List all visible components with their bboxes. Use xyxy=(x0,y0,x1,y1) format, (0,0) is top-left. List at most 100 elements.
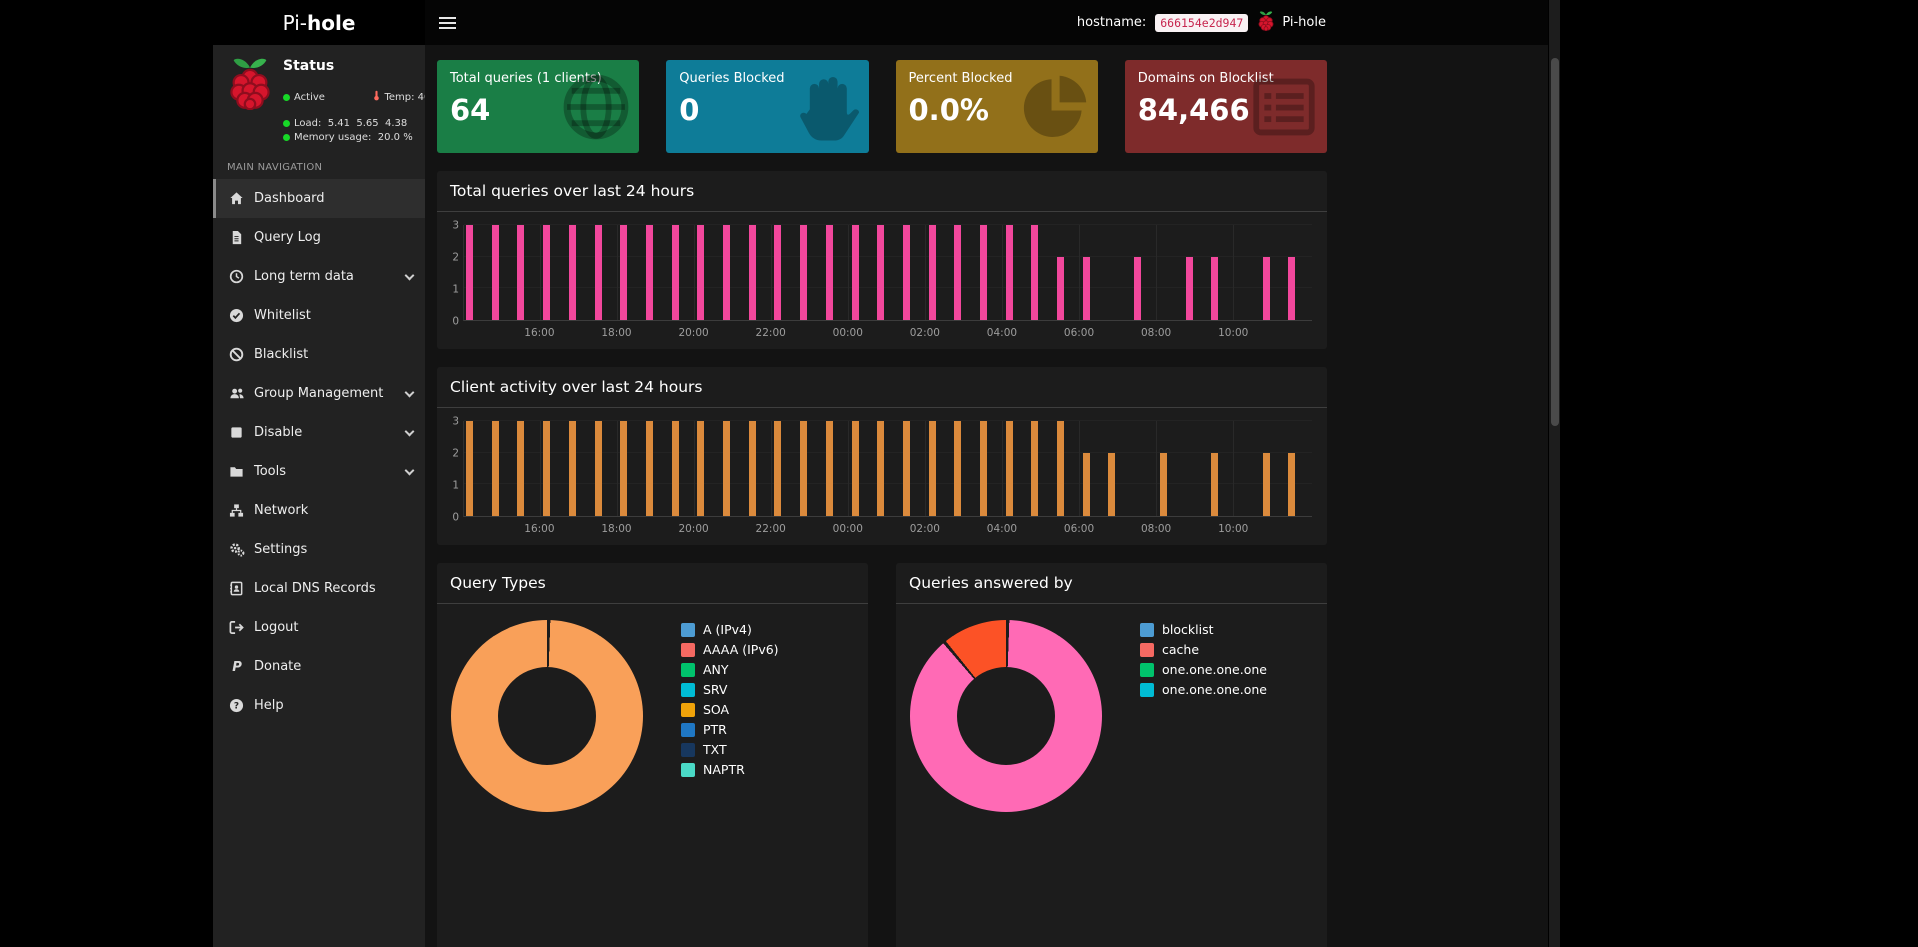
file-icon xyxy=(228,230,245,245)
sidebar-item-label: Disable xyxy=(254,425,302,440)
panel-query-types: Query Types A (IPv4)AAAA (IPv6)ANYSRVSOA… xyxy=(437,563,868,947)
y-tick-label: 0 xyxy=(452,512,459,523)
legend-swatch xyxy=(681,663,695,677)
bar xyxy=(1083,257,1090,320)
legend-label: one.one.one.one xyxy=(1162,662,1267,677)
legend-label: SOA xyxy=(703,702,729,717)
chevron-down-icon xyxy=(405,387,415,397)
legend-swatch xyxy=(681,683,695,697)
gridline xyxy=(1233,225,1234,320)
bar xyxy=(852,225,859,320)
sidebar-item-dashboard[interactable]: Dashboard xyxy=(213,179,425,218)
query-types-donut[interactable] xyxy=(451,620,643,812)
legend-item[interactable]: A (IPv4) xyxy=(681,622,779,637)
plot-wrap: 16:0018:0020:0022:0000:0002:0004:0006:00… xyxy=(463,421,1312,541)
bar xyxy=(877,421,884,516)
legend-item[interactable]: one.one.one.one xyxy=(1140,682,1267,697)
sidebar-toggle-button[interactable] xyxy=(425,0,469,45)
sidebar-item-donate[interactable]: P Donate xyxy=(213,647,425,686)
logout-icon xyxy=(228,620,245,635)
sidebar-item-whitelist[interactable]: Whitelist xyxy=(213,296,425,335)
legend-item[interactable]: cache xyxy=(1140,642,1267,657)
bar xyxy=(800,421,807,516)
status-ok-dot xyxy=(283,94,290,101)
stat-card-queries-blocked[interactable]: Queries Blocked 0 xyxy=(666,60,868,153)
sidebar-item-label: Settings xyxy=(254,542,307,557)
stat-card-percent-blocked[interactable]: Percent Blocked 0.0% xyxy=(896,60,1098,153)
bar xyxy=(1057,421,1064,516)
sidebar-item-settings[interactable]: Settings xyxy=(213,530,425,569)
bottom-panels-row: Query Types A (IPv4)AAAA (IPv6)ANYSRVSOA… xyxy=(437,563,1327,947)
folder-icon xyxy=(228,464,245,479)
bar xyxy=(1186,257,1193,320)
legend-item[interactable]: NAPTR xyxy=(681,762,779,777)
bar xyxy=(492,421,499,516)
gridline xyxy=(464,483,1312,484)
sidebar-item-tools[interactable]: Tools xyxy=(213,452,425,491)
gridline xyxy=(694,225,695,320)
legend-swatch xyxy=(681,743,695,757)
x-tick-label: 00:00 xyxy=(833,327,863,339)
legend-item[interactable]: ANY xyxy=(681,662,779,677)
gridline xyxy=(1156,225,1157,320)
donut-row: blocklist cache one.one.one.one one.one.one… xyxy=(896,604,1327,828)
bar xyxy=(723,421,730,516)
sidebar-item-logout[interactable]: Logout xyxy=(213,608,425,647)
plot-area[interactable] xyxy=(463,421,1312,517)
bar xyxy=(1057,257,1064,320)
legend-item[interactable]: blocklist xyxy=(1140,622,1267,637)
bar xyxy=(980,225,987,320)
legend-item[interactable]: TXT xyxy=(681,742,779,757)
x-tick-label: 16:00 xyxy=(524,523,554,535)
sidebar-item-blacklist[interactable]: Blacklist xyxy=(213,335,425,374)
stat-card-domains-blocklist[interactable]: Domains on Blocklist 84,466 xyxy=(1125,60,1327,153)
panel-total-queries: Total queries over last 24 hours 0123 16… xyxy=(437,171,1327,349)
legend-label: SRV xyxy=(703,682,728,697)
legend-item[interactable]: one.one.one.one xyxy=(1140,662,1267,677)
sidebar-item-disable[interactable]: Disable xyxy=(213,413,425,452)
legend-swatch xyxy=(681,703,695,717)
navbar-main: hostname: 666154e2d947 xyxy=(425,0,1548,45)
bar xyxy=(1288,453,1295,516)
network-icon xyxy=(228,503,245,518)
help-icon: ? xyxy=(228,698,245,713)
gridline xyxy=(1233,421,1234,516)
queries-answered-donut[interactable] xyxy=(910,620,1102,812)
sidebar-item-group-management[interactable]: Group Management xyxy=(213,374,425,413)
raspberry-icon xyxy=(1257,10,1275,35)
legend-item[interactable]: AAAA (IPv6) xyxy=(681,642,779,657)
sidebar-item-label: Long term data xyxy=(254,269,354,284)
scrollbar-thumb[interactable] xyxy=(1551,58,1559,426)
y-tick-label: 2 xyxy=(452,252,459,263)
address-book-icon xyxy=(228,581,245,596)
sidebar-item-network[interactable]: Network xyxy=(213,491,425,530)
paypal-icon: P xyxy=(228,659,245,674)
legend-swatch xyxy=(681,763,695,777)
legend-item[interactable]: SRV xyxy=(681,682,779,697)
gridline xyxy=(848,225,849,320)
gridline xyxy=(540,225,541,320)
plot-area[interactable] xyxy=(463,225,1312,321)
status-info: Status Active Temp: 40 °C Load: 5.41 5.6… xyxy=(283,55,446,143)
stat-card-total-queries[interactable]: Total queries (1 clients) 64 xyxy=(437,60,639,153)
bar xyxy=(980,421,987,516)
legend-item[interactable]: PTR xyxy=(681,722,779,737)
sidebar-item-query-log[interactable]: Query Log xyxy=(213,218,425,257)
check-circle-icon xyxy=(228,308,245,323)
gridline xyxy=(1079,225,1080,320)
sidebar-item-long-term-data[interactable]: Long term data xyxy=(213,257,425,296)
sidebar-item-help[interactable]: ? Help xyxy=(213,686,425,725)
scrollbar-track[interactable] xyxy=(1548,0,1560,947)
legend-swatch xyxy=(681,723,695,737)
stat-cards-row: Total queries (1 clients) 64 Queries Blo… xyxy=(437,60,1327,153)
user-menu[interactable]: Pi-hole xyxy=(1257,10,1326,35)
bar xyxy=(620,421,627,516)
brand-logo[interactable]: Pi-hole xyxy=(213,0,425,45)
legend-item[interactable]: SOA xyxy=(681,702,779,717)
sidebar-item-local-dns-records[interactable]: Local DNS Records xyxy=(213,569,425,608)
x-tick-label: 08:00 xyxy=(1141,523,1171,535)
legend-label: PTR xyxy=(703,722,727,737)
bar xyxy=(1006,421,1013,516)
sidebar-item-label: Whitelist xyxy=(254,308,311,323)
bar xyxy=(1031,421,1038,516)
